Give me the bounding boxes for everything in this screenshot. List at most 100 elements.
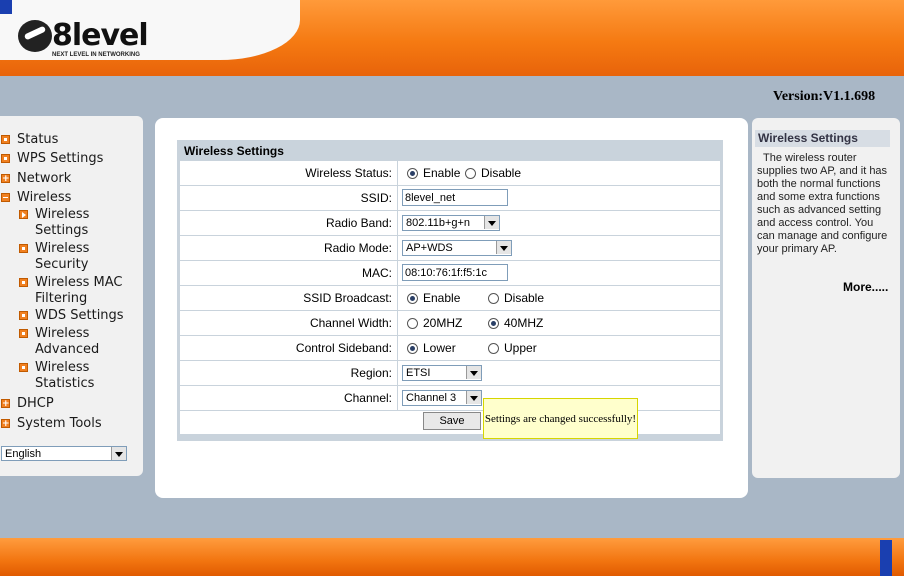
form-title: Wireless Settings [180,143,720,160]
select-value: Channel 3 [406,392,457,404]
sidebar-item-wireless-security[interactable]: Wireless Security [19,241,137,273]
row-channel-width: Channel Width: 20MHZ 40MHZ [180,311,720,335]
sidebar-item-status[interactable]: Status [1,132,58,148]
select-value: AP+WDS [406,242,453,254]
channel-width-40mhz-radio[interactable]: 40MHZ [488,316,543,330]
channel-width-20mhz-radio[interactable]: 20MHZ [407,316,462,330]
chevron-down-icon[interactable] [111,447,126,460]
field-label: Channel Width: [180,311,397,335]
firmware-version: Version:V1.1.698 [773,89,876,104]
row-region: Region: ETSI [180,361,720,385]
option-label: Upper [504,341,537,355]
sidebar-item-label: Wireless Security [35,241,90,272]
save-button[interactable]: Save [423,412,481,430]
sidebar-item-dhcp[interactable]: DHCP [1,396,54,412]
radio-band-select[interactable]: 802.11b+g+n [402,215,500,231]
language-select[interactable]: English [1,446,127,461]
option-label: Enable [423,166,461,180]
success-tooltip: Settings are changed successfully! [483,398,638,439]
brand-name: 8level [52,18,149,53]
radio-selected-icon[interactable] [407,342,418,354]
row-wireless-status: Wireless Status: Enable Disable [180,161,720,185]
sidebar-item-label: Network [17,171,72,186]
arrow-icon [19,210,28,219]
row-radio-mode: Radio Mode: AP+WDS [180,236,720,260]
radio-icon[interactable] [465,167,476,179]
radio-icon[interactable] [488,342,499,354]
sidebar-item-label: WPS Settings [17,151,104,166]
row-ssid-broadcast: SSID Broadcast: Enable Disable [180,286,720,310]
sidebar-item-label: Wireless MAC Filtering [35,275,123,306]
field-label: Region: [180,361,397,385]
select-value: 802.11b+g+n [406,217,471,229]
sidebar-item-network[interactable]: Network [1,171,71,187]
field-label: MAC: [180,261,397,285]
channel-select[interactable]: Channel 3 [402,390,482,406]
sidebar-item-wps-settings[interactable]: WPS Settings [1,151,103,167]
region-select[interactable]: ETSI [402,365,482,381]
more-link[interactable]: More..... [843,280,888,294]
brand-tagline: NEXT LEVEL IN NETWORKING [52,52,140,58]
option-label: Enable [423,291,461,305]
page-icon [1,135,10,144]
chevron-down-icon[interactable] [484,216,499,229]
row-control-sideband: Control Sideband: Lower Upper [180,336,720,360]
option-label: 20MHZ [423,316,463,330]
option-label: Lower [423,341,456,355]
sidebar-item-label: Wireless Statistics [35,360,95,391]
sidebar-item-label: Wireless Advanced [35,326,100,357]
sidebar-item-wireless-statistics[interactable]: Wireless Statistics [19,360,137,392]
radio-mode-select[interactable]: AP+WDS [402,240,512,256]
page-icon [19,278,28,287]
help-text: The wireless router supplies two AP, and… [757,152,888,255]
ssid-input[interactable]: 8level_net [402,189,508,206]
ssid-broadcast-enable-radio[interactable]: Enable [407,291,460,305]
chevron-down-icon[interactable] [496,241,511,254]
expand-icon [1,396,10,412]
control-sideband-upper-radio[interactable]: Upper [488,341,537,355]
chevron-down-icon[interactable] [466,391,481,404]
wireless-status-enable-radio[interactable]: Enable [407,166,460,180]
corner-accent [0,0,12,14]
option-label: 40MHZ [504,316,544,330]
radio-selected-icon[interactable] [407,167,418,179]
field-label: Radio Mode: [180,236,397,260]
footer-accent [880,540,892,576]
page-icon [1,154,10,163]
sidebar-item-wds-settings[interactable]: WDS Settings [19,308,137,324]
row-ssid: SSID: 8level_net [180,186,720,210]
footer-bar [0,538,904,576]
ssid-broadcast-disable-radio[interactable]: Disable [488,291,544,305]
sidebar-item-wireless-settings[interactable]: Wireless Settings [19,207,137,239]
option-label: Disable [481,166,522,180]
sidebar-item-wireless[interactable]: Wireless [1,190,71,206]
logo-globe-icon [18,20,52,52]
help-title: Wireless Settings [755,130,890,147]
expand-icon [1,171,10,187]
control-sideband-lower-radio[interactable]: Lower [407,341,456,355]
sidebar-item-system-tools[interactable]: System Tools [1,416,102,432]
row-radio-band: Radio Band: 802.11b+g+n [180,211,720,235]
expand-icon [1,416,10,432]
option-label: Disable [504,291,545,305]
wireless-status-disable-radio[interactable]: Disable [465,166,521,180]
sidebar-item-wireless-mac-filtering[interactable]: Wireless MAC Filtering [19,275,137,307]
page-icon [19,329,28,338]
row-channel: Channel: Channel 3 [180,386,720,410]
page-icon [19,244,28,253]
radio-selected-icon[interactable] [488,317,499,329]
page-icon [19,363,28,372]
mac-input[interactable]: 08:10:76:1f:f5:1c [402,264,508,281]
field-label: SSID Broadcast: [180,286,397,310]
sidebar-item-label: System Tools [17,416,102,431]
language-value: English [5,448,42,460]
chevron-down-icon[interactable] [466,366,481,379]
radio-icon[interactable] [407,317,418,329]
sidebar-item-label: Wireless Settings [35,207,90,238]
sidebar-item-wireless-advanced[interactable]: Wireless Advanced [19,326,137,358]
radio-selected-icon[interactable] [407,292,418,304]
collapse-icon [1,193,10,202]
field-label: Radio Band: [180,211,397,235]
radio-icon[interactable] [488,292,499,304]
sidebar-item-label: WDS Settings [35,308,124,323]
